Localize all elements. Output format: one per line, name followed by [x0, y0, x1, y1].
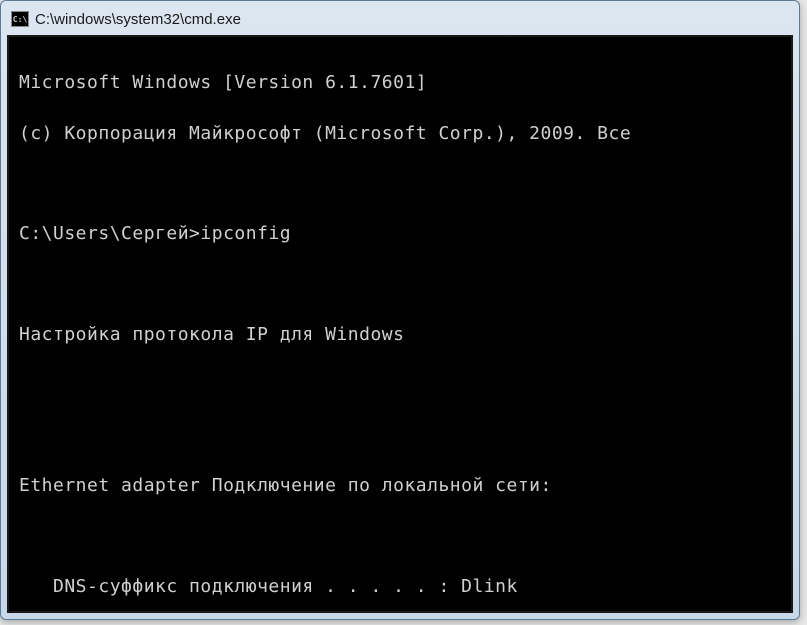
section-header: Настройка протокола IP для Windows: [19, 322, 791, 347]
adapter-header: Ethernet adapter Подключение по локально…: [19, 473, 791, 498]
titlebar[interactable]: C:\ C:\windows\system32\cmd.exe: [7, 7, 793, 35]
config-label: DNS-суффикс подключения . . . . . :: [19, 576, 450, 597]
blank-line: [19, 372, 791, 397]
banner-line: (c) Корпорация Майкрософт (Microsoft Cor…: [19, 121, 791, 146]
blank-line: [19, 171, 791, 196]
config-row: DNS-суффикс подключения . . . . . : Dlin…: [19, 574, 791, 599]
prompt-line: C:\Users\Сергей>ipconfig: [19, 221, 791, 246]
config-value: Dlink: [450, 576, 518, 597]
cmd-icon-text: C:\: [13, 15, 27, 24]
blank-line: [19, 423, 791, 448]
terminal-output[interactable]: Microsoft Windows [Version 6.1.7601] (c)…: [7, 35, 793, 613]
window-title: C:\windows\system32\cmd.exe: [35, 11, 241, 28]
cmd-window: C:\ C:\windows\system32\cmd.exe Microsof…: [0, 0, 800, 620]
blank-line: [19, 272, 791, 297]
prompt-path: C:\Users\Сергей>: [19, 223, 200, 244]
banner-line: Microsoft Windows [Version 6.1.7601]: [19, 70, 791, 95]
command-text: ipconfig: [200, 223, 291, 244]
cmd-icon: C:\: [11, 11, 29, 27]
blank-line: [19, 524, 791, 549]
